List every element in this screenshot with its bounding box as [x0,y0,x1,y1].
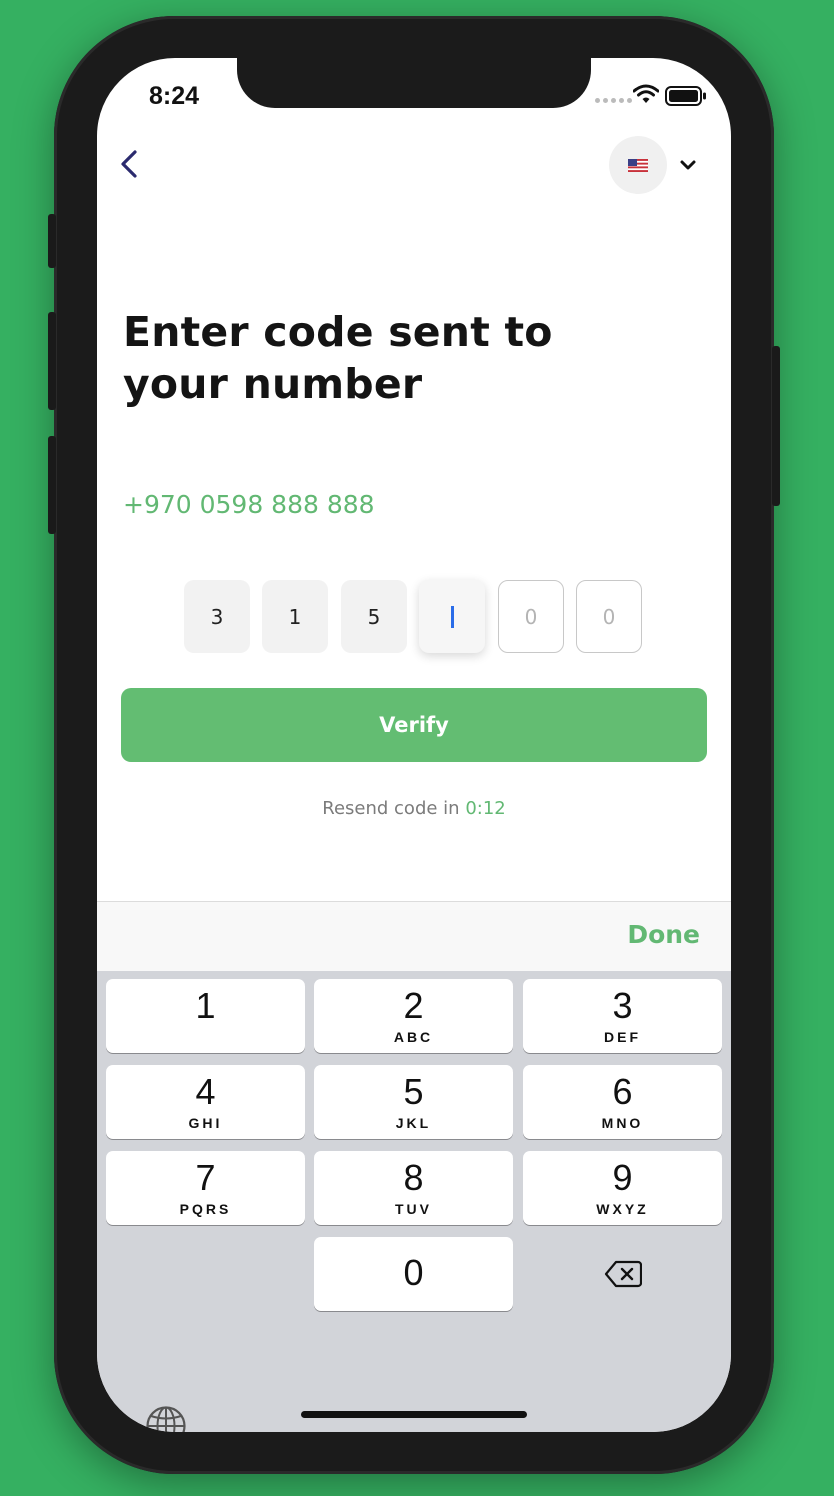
verify-button[interactable]: Verify [121,688,707,762]
delete-key[interactable] [523,1237,722,1311]
country-dropdown-toggle[interactable] [677,154,699,176]
code-digit-3[interactable]: 5 [341,580,407,653]
wifi-icon [633,84,659,103]
numeric-keyboard: 1 2 ABC 3 DEF 4 GHI 5 JKL 6 MNO 7 PQRS 8 [97,971,731,1432]
notch [237,58,591,108]
volume-up-button [48,312,56,410]
keyboard-toolbar: Done [97,901,731,971]
resend-label: Resend code in [322,798,460,819]
key-1[interactable]: 1 [106,979,305,1053]
status-time: 8:24 [149,82,200,110]
globe-icon[interactable] [145,1405,187,1432]
key-8[interactable]: 8 TUV [314,1151,513,1225]
screen: 8:24 Enter code sent to your number +970… [97,58,731,1432]
key-5[interactable]: 5 JKL [314,1065,513,1139]
signal-icon [595,98,632,103]
code-digit-2[interactable]: 1 [262,580,328,653]
country-selector-button[interactable] [609,136,667,194]
code-digit-4-active[interactable] [419,580,485,653]
phone-number: +970 0598 888 888 [123,490,375,519]
volume-down-button [48,436,56,534]
resend-code-text: Resend code in 0:12 [97,798,731,819]
resend-timer: 0:12 [465,798,506,819]
key-9[interactable]: 9 WXYZ [523,1151,722,1225]
key-7[interactable]: 7 PQRS [106,1151,305,1225]
key-4[interactable]: 4 GHI [106,1065,305,1139]
key-3[interactable]: 3 DEF [523,979,722,1053]
code-digit-6[interactable]: 0 [576,580,642,653]
chevron-down-icon [680,160,696,170]
mute-switch [48,214,56,268]
home-indicator [301,1411,527,1418]
code-digit-1[interactable]: 3 [184,580,250,653]
power-button [772,346,780,506]
key-2[interactable]: 2 ABC [314,979,513,1053]
key-6[interactable]: 6 MNO [523,1065,722,1139]
back-button[interactable] [111,144,151,184]
done-button[interactable]: Done [627,920,700,949]
us-flag-icon [628,158,648,172]
key-0[interactable]: 0 [314,1237,513,1311]
text-caret [450,605,454,628]
battery-icon [665,86,706,106]
code-input-group: 3 1 5 0 0 [184,580,644,660]
code-digit-5[interactable]: 0 [498,580,564,653]
backspace-icon [604,1260,642,1288]
page-title: Enter code sent to your number [123,308,553,408]
chevron-left-icon [121,150,137,178]
